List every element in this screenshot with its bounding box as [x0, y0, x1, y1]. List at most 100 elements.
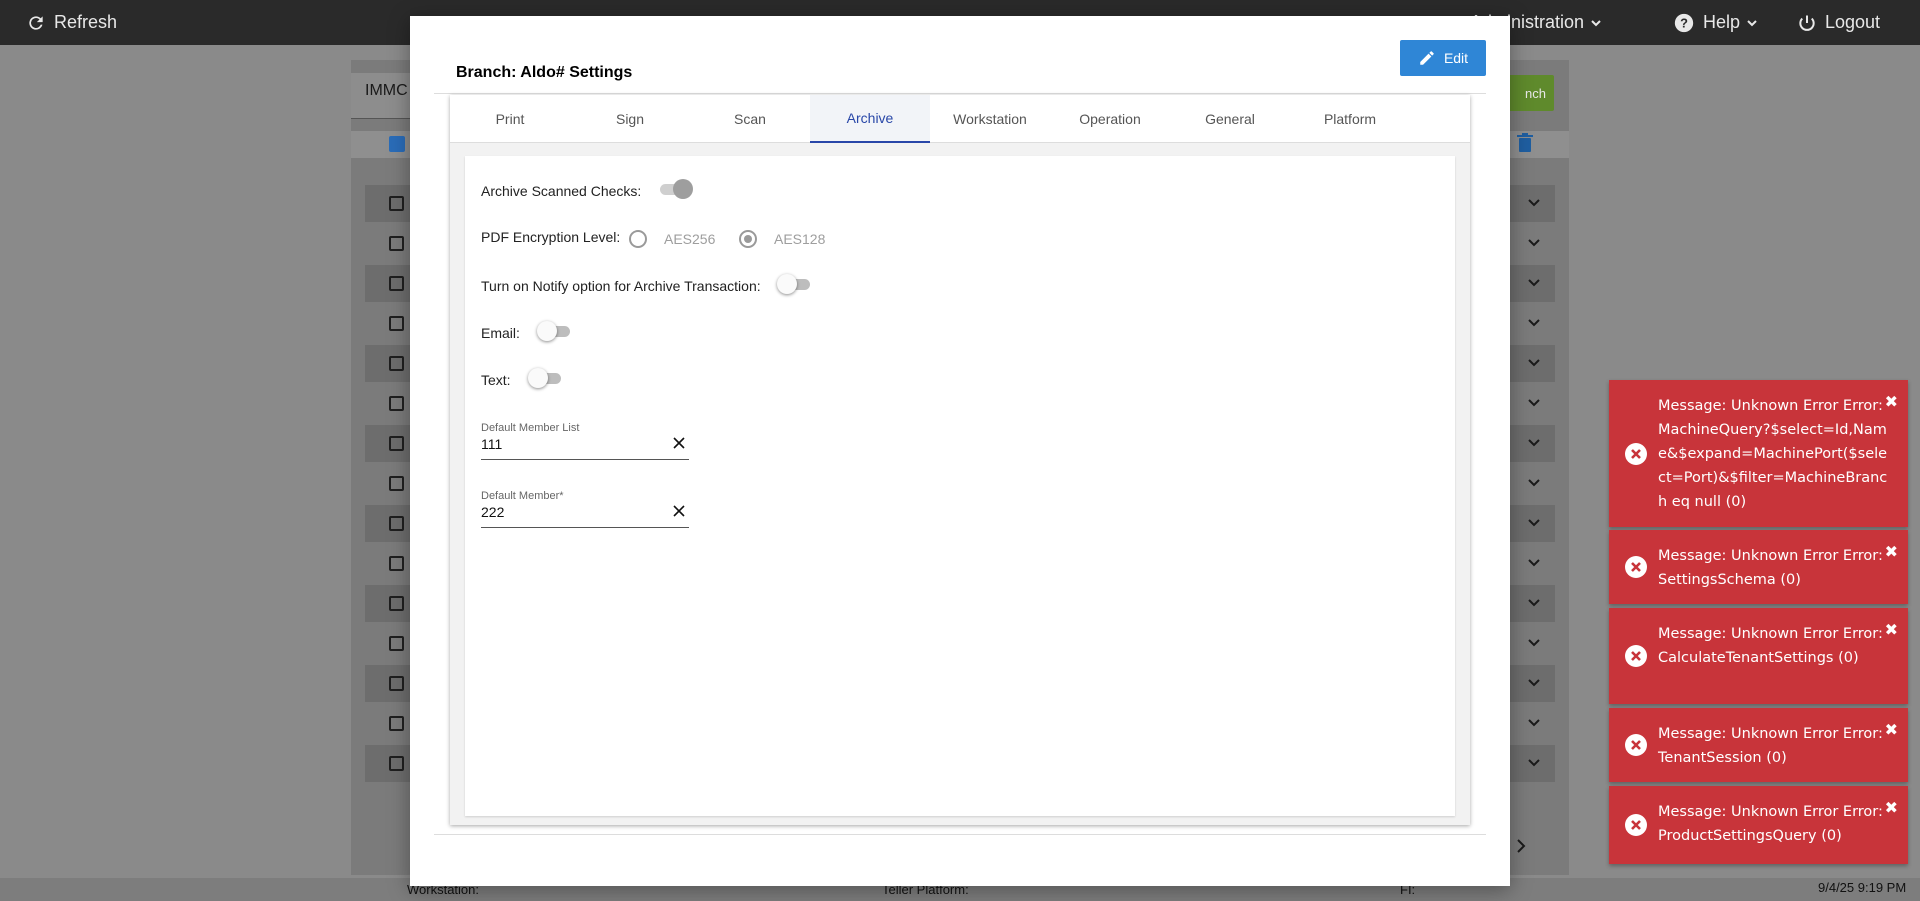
chevron-down-icon — [1528, 559, 1540, 567]
chevron-down-icon — [1528, 479, 1540, 487]
default-member-value: 222 — [481, 504, 505, 520]
archive-scanned-checks-label: Archive Scanned Checks: — [481, 183, 642, 199]
chevron-down-icon — [1747, 19, 1757, 26]
chevron-down-icon — [1528, 359, 1540, 367]
close-icon[interactable] — [673, 505, 685, 517]
edit-label: Edit — [1443, 50, 1469, 66]
chevron-down-icon — [1528, 319, 1540, 327]
tab-sign[interactable]: Sign — [570, 95, 690, 143]
background-select-all-checkbox — [389, 136, 405, 152]
error-toast-message: Message: Unknown Error Error: TenantSess… — [1658, 726, 1883, 766]
error-icon — [1625, 556, 1647, 578]
default-member-list-label: Default Member List — [481, 422, 580, 434]
refresh-icon — [29, 15, 43, 30]
chevron-down-icon — [1528, 399, 1540, 407]
error-toast: Message: Unknown Error Error: SettingsSc… — [1609, 530, 1908, 604]
tab-archive[interactable]: Archive — [810, 95, 930, 143]
chevron-down-icon — [1591, 19, 1601, 26]
pdf-aes256-radio[interactable] — [629, 230, 647, 248]
close-toast-button[interactable]: ✖ — [1885, 392, 1898, 411]
chevron-down-icon — [1528, 519, 1540, 527]
error-toast: Message: Unknown Error Error: TenantSess… — [1609, 708, 1908, 782]
chevron-down-icon — [1528, 199, 1540, 207]
modal-title: Branch: Aldo# Settings — [456, 64, 633, 81]
background-row-checkbox — [389, 516, 404, 531]
modal-header: Branch: Aldo# Settings Edit — [434, 40, 1486, 94]
chevron-down-icon — [1528, 439, 1540, 447]
svg-text:?: ? — [1680, 15, 1688, 30]
edit-button[interactable]: Edit — [1400, 40, 1486, 76]
error-icon — [1625, 442, 1647, 465]
notify-archive-label: Turn on Notify option for Archive Transa… — [481, 278, 761, 294]
error-icon — [1625, 814, 1647, 836]
chevron-down-icon — [1528, 279, 1540, 287]
background-row-checkbox — [389, 436, 404, 451]
default-member-label: Default Member* — [481, 490, 564, 502]
error-toast-message: Message: Unknown Error Error: CalculateT… — [1658, 626, 1883, 666]
pdf-aes256-label: AES256 — [664, 231, 716, 247]
tab-scan[interactable]: Scan — [690, 95, 810, 143]
error-toast-message: Message: Unknown Error Error: SettingsSc… — [1658, 548, 1883, 588]
help-label: Help — [1703, 12, 1741, 32]
tab-workstation[interactable]: Workstation — [930, 95, 1050, 143]
background-search-value: IMMC — [365, 82, 408, 99]
power-icon — [1799, 15, 1815, 31]
default-member-list-field[interactable]: Default Member List 111 — [481, 422, 689, 460]
background-row-checkbox — [389, 596, 404, 611]
background-row-checkbox — [389, 756, 404, 771]
background-row-checkbox — [389, 676, 404, 691]
background-row-checkbox — [389, 636, 404, 651]
background-row-checkbox — [389, 236, 404, 251]
background-row-checkbox — [389, 716, 404, 731]
settings-card: Print Sign Scan Archive Workstation Oper… — [450, 95, 1470, 825]
logout-button[interactable]: Logout — [1797, 0, 1880, 45]
chevron-down-icon — [1528, 679, 1540, 687]
background-row-checkbox — [389, 556, 404, 571]
close-toast-button[interactable]: ✖ — [1885, 620, 1898, 639]
error-toast: Message: Unknown Error Error: ProductSet… — [1609, 786, 1908, 864]
close-toast-button[interactable]: ✖ — [1885, 542, 1898, 561]
pdf-aes128-radio[interactable] — [739, 230, 757, 248]
refresh-label: Refresh — [54, 12, 118, 32]
background-row-checkbox — [389, 276, 404, 291]
archive-settings-panel: Archive Scanned Checks: PDF Encryption L… — [465, 156, 1455, 816]
background-row-checkbox — [389, 196, 404, 211]
trash-icon — [1517, 133, 1533, 152]
tab-general[interactable]: General — [1170, 95, 1290, 143]
close-icon[interactable] — [673, 437, 685, 449]
help-menu[interactable]: ? Help — [1673, 0, 1766, 45]
chevron-down-icon — [1528, 239, 1540, 247]
error-icon — [1625, 734, 1647, 756]
pdf-encryption-label: PDF Encryption Level: — [481, 229, 621, 245]
tab-operation[interactable]: Operation — [1050, 95, 1170, 143]
error-toast-message: Message: Unknown Error Error: MachineQue… — [1658, 398, 1888, 510]
error-toast-message: Message: Unknown Error Error: ProductSet… — [1658, 804, 1883, 844]
pdf-aes128-label: AES128 — [774, 231, 826, 247]
close-toast-button[interactable]: ✖ — [1885, 720, 1898, 739]
error-toast: Message: Unknown Error Error: MachineQue… — [1609, 380, 1908, 527]
email-toggle[interactable] — [537, 321, 573, 341]
notify-archive-toggle[interactable] — [777, 274, 813, 294]
chevron-down-icon — [1528, 759, 1540, 767]
archive-scanned-checks-toggle[interactable] — [657, 179, 693, 199]
email-label: Email: — [481, 325, 520, 341]
background-row-checkbox — [389, 396, 404, 411]
text-toggle[interactable] — [528, 368, 564, 388]
default-member-list-value: 111 — [481, 436, 503, 452]
background-row-checkbox — [389, 476, 404, 491]
chevron-down-icon — [1528, 599, 1540, 607]
error-icon — [1625, 645, 1647, 667]
chevron-down-icon — [1528, 639, 1540, 647]
modal-footer-divider — [434, 834, 1486, 835]
chevron-right-icon — [1517, 839, 1526, 853]
help-icon: ? — [1674, 13, 1694, 32]
background-row-checkbox — [389, 356, 404, 371]
tab-platform[interactable]: Platform — [1290, 95, 1410, 143]
background-row-checkbox — [389, 316, 404, 331]
tab-print[interactable]: Print — [450, 95, 570, 143]
refresh-button[interactable]: Refresh — [26, 0, 117, 45]
close-toast-button[interactable]: ✖ — [1885, 798, 1898, 817]
default-member-field[interactable]: Default Member* 222 — [481, 490, 689, 528]
chevron-down-icon — [1528, 719, 1540, 727]
system-clock: 9/4/25 9:19 PM — [1818, 880, 1907, 895]
